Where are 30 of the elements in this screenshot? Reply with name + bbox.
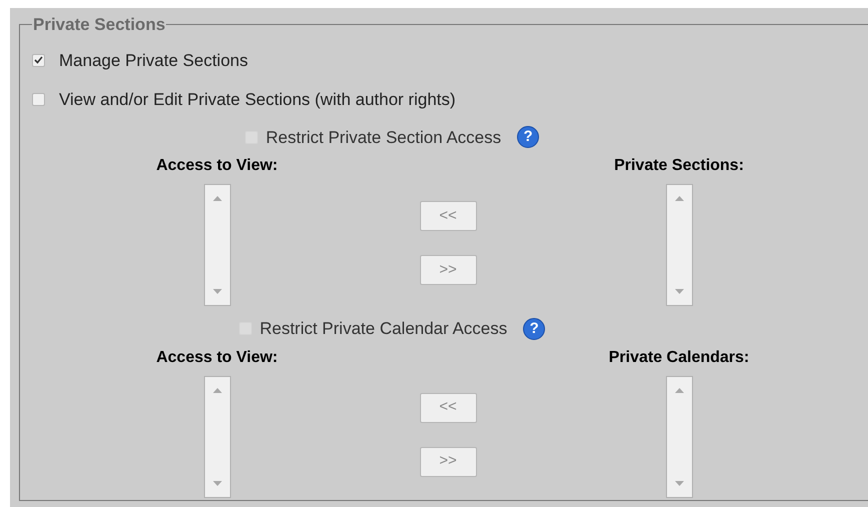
list-header: Access to View: bbox=[156, 156, 278, 176]
restrict-label: Restrict Private Section Access bbox=[266, 126, 502, 148]
list-header: Private Sections: bbox=[614, 156, 744, 176]
scroll-down-icon[interactable] bbox=[674, 289, 684, 294]
scroll-up-icon[interactable] bbox=[212, 388, 222, 392]
list-box[interactable] bbox=[204, 184, 230, 306]
scroll-up-icon[interactable] bbox=[674, 388, 684, 392]
list-header: Access to View: bbox=[156, 348, 278, 368]
restrict-label: Restrict Private Calendar Access bbox=[260, 318, 508, 340]
move-button[interactable]: >> bbox=[420, 446, 476, 476]
move-button[interactable]: << bbox=[420, 201, 476, 231]
list-header: Private Calendars: bbox=[608, 348, 750, 368]
move-button[interactable]: >> bbox=[420, 255, 476, 285]
checkbox[interactable] bbox=[32, 93, 45, 106]
option-label: Manage Private Sections bbox=[59, 50, 248, 72]
list-box[interactable] bbox=[204, 376, 230, 498]
help-icon[interactable]: ? bbox=[517, 126, 540, 148]
option-label: View and/or Edit Private Sections (with author rights) bbox=[59, 89, 456, 111]
help-icon[interactable]: ? bbox=[523, 318, 546, 340]
list-box[interactable] bbox=[666, 184, 692, 306]
scroll-up-icon[interactable] bbox=[674, 196, 684, 201]
scroll-down-icon[interactable] bbox=[212, 480, 222, 486]
checkbox[interactable] bbox=[32, 54, 45, 67]
list-box[interactable] bbox=[666, 376, 692, 498]
move-button[interactable]: << bbox=[420, 392, 476, 422]
scroll-up-icon[interactable] bbox=[212, 196, 222, 201]
section-legend: Private Sections bbox=[32, 12, 166, 38]
scroll-down-icon[interactable] bbox=[674, 480, 684, 486]
checkmark-icon bbox=[34, 56, 43, 64]
scroll-down-icon[interactable] bbox=[212, 289, 222, 294]
